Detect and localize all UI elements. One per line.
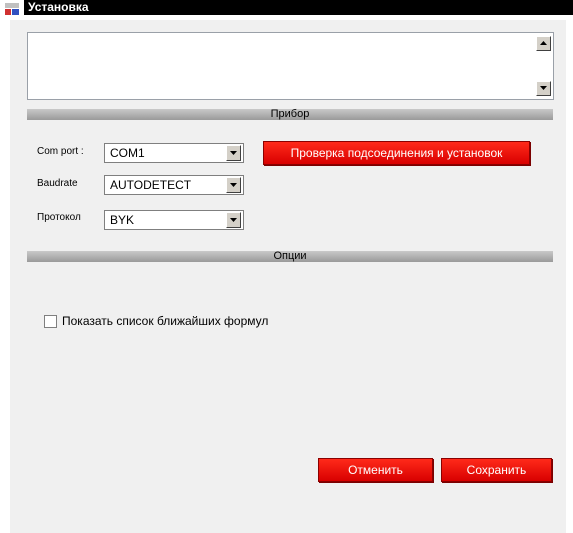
save-button[interactable]: Сохранить <box>441 458 552 482</box>
protocol-dropdown-button[interactable] <box>226 212 241 228</box>
com-port-dropdown-button[interactable] <box>226 145 241 161</box>
baudrate-select[interactable]: AUTODETECT <box>104 175 244 195</box>
protocol-value: BYK <box>110 213 135 227</box>
chevron-down-icon <box>230 183 237 187</box>
title-bar: Установка <box>0 0 573 20</box>
section-header-device: Прибор <box>27 109 553 120</box>
chevron-down-icon <box>230 151 237 155</box>
protocol-select[interactable]: BYK <box>104 210 244 230</box>
baudrate-dropdown-button[interactable] <box>226 177 241 193</box>
protocol-label: Протокол <box>37 212 81 223</box>
com-port-label: Com port : <box>37 146 84 157</box>
arrow-down-icon <box>540 86 547 90</box>
arrow-up-icon <box>540 41 547 45</box>
scroll-up-button[interactable] <box>536 36 551 51</box>
scroll-down-button[interactable] <box>536 81 551 96</box>
com-port-select[interactable]: COM1 <box>104 143 244 163</box>
show-nearest-formulas-label[interactable]: Показать список ближайших формул <box>62 314 268 328</box>
app-icon <box>4 2 20 16</box>
baudrate-value: AUTODETECT <box>110 178 192 192</box>
cancel-button[interactable]: Отменить <box>318 458 433 482</box>
com-port-value: COM1 <box>110 146 145 160</box>
show-nearest-formulas-checkbox[interactable] <box>44 315 57 328</box>
chevron-down-icon <box>230 218 237 222</box>
title-bar-background <box>24 0 573 15</box>
log-textarea[interactable] <box>27 32 554 100</box>
window-title: Установка <box>28 0 89 14</box>
section-header-options: Опции <box>27 251 553 262</box>
check-connection-button[interactable]: Проверка подсоединения и установок <box>263 141 530 165</box>
baudrate-label: Baudrate <box>37 178 78 189</box>
